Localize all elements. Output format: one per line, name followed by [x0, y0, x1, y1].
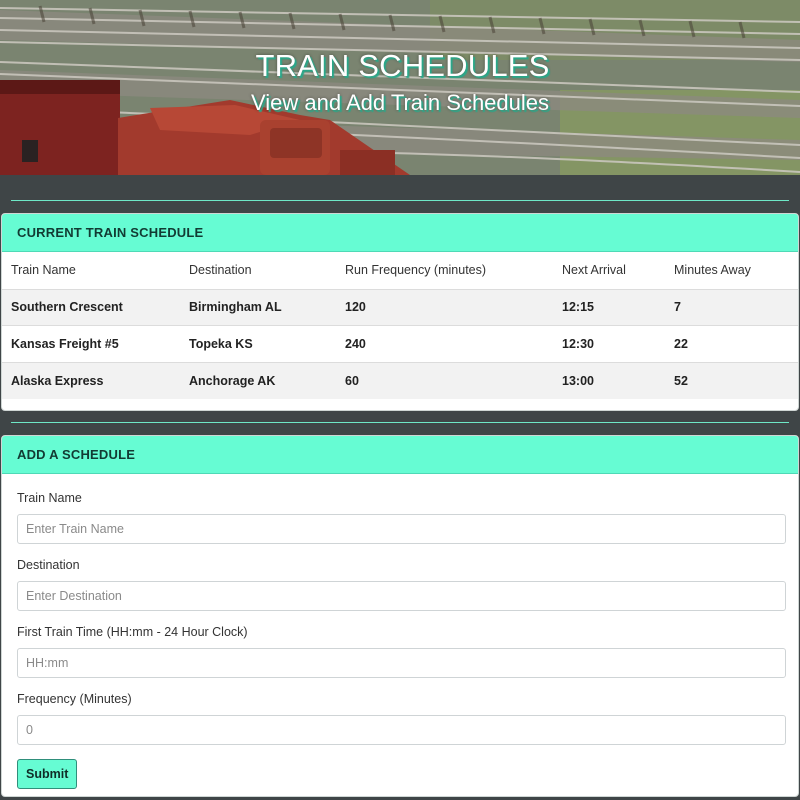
- cell-destination: Birmingham AL: [180, 288, 336, 326]
- add-schedule-form: Train Name Destination First Train Time …: [2, 474, 798, 796]
- cell-next-arrival: 12:15: [553, 288, 665, 326]
- cell-minutes-away: 22: [665, 325, 798, 362]
- add-schedule-heading: ADD A SCHEDULE: [2, 436, 798, 474]
- train-name-group: Train Name: [17, 491, 786, 544]
- hero-banner: TRAIN SCHEDULES View and Add Train Sched…: [0, 0, 800, 175]
- column-header-next-arrival: Next Arrival: [562, 263, 626, 278]
- column-header-frequency: Run Frequency (minutes): [345, 263, 487, 278]
- add-schedule-panel: ADD A SCHEDULE Train Name Destination Fi…: [1, 435, 799, 797]
- destination-group: Destination: [17, 558, 786, 611]
- destination-input[interactable]: [17, 581, 786, 611]
- column-header-train-name: Train Name: [11, 263, 76, 278]
- frequency-group: Frequency (Minutes): [17, 692, 786, 745]
- train-name-label: Train Name: [17, 491, 82, 505]
- table-header-row: Train Name Destination Run Frequency (mi…: [2, 252, 798, 289]
- schedule-table: Train Name Destination Run Frequency (mi…: [2, 252, 798, 399]
- table-row: Alaska Express Anchorage AK 60 13:00 52: [2, 361, 798, 399]
- first-train-time-input[interactable]: [17, 648, 786, 678]
- column-header-destination: Destination: [189, 263, 252, 278]
- cell-frequency: 60: [336, 361, 553, 399]
- table-row: Southern Crescent Birmingham AL 120 12:1…: [2, 288, 798, 326]
- cell-train-name: Southern Crescent: [2, 288, 180, 326]
- page-subtitle: View and Add Train Schedules: [250, 90, 550, 115]
- first-train-time-group: First Train Time (HH:mm - 24 Hour Clock): [17, 625, 786, 678]
- cell-minutes-away: 7: [665, 288, 798, 326]
- table-row: Kansas Freight #5 Topeka KS 240 12:30 22: [2, 325, 798, 362]
- cell-train-name: Alaska Express: [2, 361, 180, 399]
- current-schedule-heading: CURRENT TRAIN SCHEDULE: [2, 214, 798, 252]
- page-title: TRAIN SCHEDULES: [255, 48, 550, 83]
- cell-next-arrival: 13:00: [553, 361, 665, 399]
- current-schedule-panel: CURRENT TRAIN SCHEDULE Train Name Destin…: [1, 213, 799, 411]
- frequency-label: Frequency (Minutes): [17, 692, 132, 706]
- cell-destination: Topeka KS: [180, 325, 336, 362]
- first-train-time-label: First Train Time (HH:mm - 24 Hour Clock): [17, 625, 248, 639]
- frequency-input[interactable]: [17, 715, 786, 745]
- cell-destination: Anchorage AK: [180, 361, 336, 399]
- train-name-input[interactable]: [17, 514, 786, 544]
- cell-frequency: 240: [336, 325, 553, 362]
- cell-frequency: 120: [336, 288, 553, 326]
- column-header-minutes-away: Minutes Away: [674, 263, 751, 278]
- cell-train-name: Kansas Freight #5: [2, 325, 180, 362]
- cell-next-arrival: 12:30: [553, 325, 665, 362]
- destination-label: Destination: [17, 558, 80, 572]
- cell-minutes-away: 52: [665, 361, 798, 399]
- submit-button[interactable]: Submit: [17, 759, 78, 789]
